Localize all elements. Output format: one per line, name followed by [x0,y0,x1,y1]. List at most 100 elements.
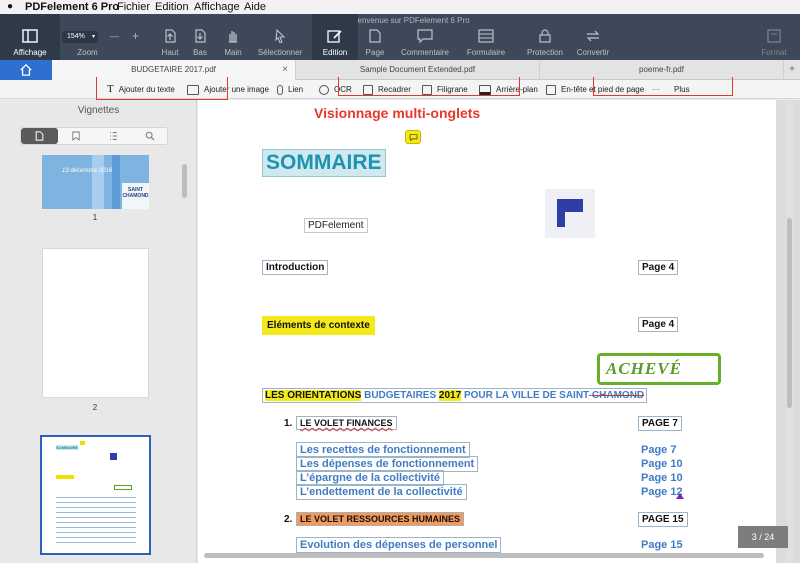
haut-label: Haut [161,48,179,57]
scroll-thumb[interactable] [204,553,764,558]
lock-icon [539,29,551,43]
convertir-label: Convertir [576,48,610,57]
sidebar-view-icon [22,29,38,43]
zoom-out-button[interactable]: — [110,31,119,41]
commentaire-label: Commentaire [400,48,449,57]
outline-tab[interactable] [95,128,132,144]
title-part-highlighted: LES ORIENTATIONS [265,390,362,401]
convert-icon [586,30,600,42]
home-icon [20,64,32,76]
title-part-strikethrough: CHAMOND [591,390,645,401]
page-counter: 3 / 24 [738,526,788,548]
thumbnail-sidebar: Vignettes 13 décembre 2016 SAINT CHAMOND… [0,100,197,563]
toc-item-page[interactable]: Page 15 [641,539,683,551]
thumb-stripe [112,155,120,209]
thumb-mini-lines [56,493,136,543]
apple-menu-icon[interactable]: ● [7,0,13,14]
toc-page-ref[interactable]: Page 4 [638,260,679,275]
search-icon [145,131,155,141]
edition-button[interactable]: Edition [312,14,358,60]
toc-item-page[interactable]: Page 10 [641,472,683,484]
format-button[interactable]: Format [756,14,792,60]
sidebar-scrollbar[interactable] [182,164,187,198]
home-tab[interactable] [0,60,52,80]
commentaire-button[interactable]: Commentaire [396,14,454,60]
page-button[interactable]: Page [360,14,390,60]
logo-image[interactable] [545,189,595,238]
bas-button[interactable]: Bas [184,14,216,60]
page-label: Page [365,48,385,57]
title-part: BUDGETAIRES [364,390,437,401]
thumb-mini-comment [80,441,85,445]
sticky-note-icon[interactable] [405,130,421,144]
edit-icon [327,30,342,43]
menu-affichage[interactable]: Affichage [194,0,240,14]
vertical-scrollbar[interactable] [786,100,793,563]
convertir-button[interactable]: Convertir [572,14,614,60]
orientations-title[interactable]: LES ORIENTATIONS BUDGETAIRES 2017 POUR L… [262,388,648,403]
toc-item[interactable]: L’endettement de la collectivité [296,484,467,500]
toc-item-page[interactable]: Page 10 [641,458,683,470]
scroll-thumb[interactable] [787,218,792,408]
search-tab[interactable] [132,128,169,144]
add-tab-button[interactable]: + [784,60,800,80]
thumbnail-label: 1 [92,213,98,222]
tab-label: BUDGETAIRE 2017.pdf [131,65,216,74]
toc-item[interactable]: Evolution des dépenses de personnel [296,537,502,553]
page-thumbnail-selected[interactable]: SOMMAIRE [40,435,151,555]
page-thumbnail[interactable]: 13 décembre 2016 SAINT CHAMOND [42,155,149,209]
cursor-icon [275,29,286,43]
zoom-value: 154% [67,33,85,40]
close-tab-icon[interactable]: × [282,60,288,80]
edition-label: Edition [322,48,348,57]
thumb-mini-highlight [56,475,74,479]
pdf-page: SOMMAIRE PDFelement Introduction Page 4 … [198,100,776,563]
sommaire-heading[interactable]: SOMMAIRE [262,149,386,177]
lien-label: Lien [288,85,304,94]
menu-bar: ● PDFelement 6 Pro Fichier Edition Affic… [0,0,800,14]
comment-icon [417,29,433,43]
zoom-in-button[interactable]: + [132,29,139,43]
acheve-stamp[interactable]: ACHEVÉ [597,353,721,385]
zoom-control: 154% ▾ — + Zoom [60,14,150,60]
app-menu[interactable]: PDFelement 6 Pro [25,0,119,14]
toc-item-page[interactable]: Page 7 [641,444,676,456]
formulaire-button[interactable]: Formulaire [462,14,510,60]
header-footer-icon [546,84,556,95]
main-label: Main [224,48,242,57]
pdfelement-textbox[interactable]: PDFelement [304,218,368,233]
thumbnails-tab[interactable] [21,128,58,144]
section-title-highlighted[interactable]: LE VOLET RESSOURCES HUMAINES [296,512,465,526]
toc-page-ref[interactable]: Page 4 [638,317,679,332]
page-thumbnail[interactable] [42,248,149,398]
haut-button[interactable]: Haut [152,14,188,60]
form-icon [478,29,494,43]
thumbnail-label: 2 [92,403,98,412]
format-icon [767,29,781,43]
menu-edition[interactable]: Edition [155,0,189,14]
tab-label: Sample Document Extended.pdf [359,65,476,74]
logo-shape [557,199,583,212]
selectionner-button[interactable]: Sélectionner [254,14,306,60]
horizontal-scrollbar[interactable] [198,553,786,559]
menu-fichier[interactable]: Fichier [117,0,150,14]
toc-elements-highlighted[interactable]: Eléments de contexte [262,316,375,335]
selectionner-label: Sélectionner [257,48,303,57]
menu-aide[interactable]: Aide [244,0,266,14]
section-title[interactable]: LE VOLET FINANCES [296,416,397,430]
protection-button[interactable]: Protection [520,14,570,60]
title-part-highlighted: 2017 [438,390,462,401]
logo-shape [557,212,565,227]
lien-button[interactable]: Lien [277,80,303,99]
thumb-date: 13 décembre 2016 [62,168,113,174]
zoom-select[interactable]: 154% ▾ [62,31,98,43]
section-page[interactable]: PAGE 7 [638,416,682,431]
bookmarks-tab[interactable] [58,128,95,144]
sidebar-title: Vignettes [77,105,120,116]
main-button[interactable]: Main [216,14,250,60]
toc-introduction[interactable]: Introduction [262,260,329,275]
section-page[interactable]: PAGE 15 [638,512,688,527]
link-icon [277,84,283,95]
thumb-mini-logo [110,453,117,460]
format-label: Format [761,48,787,57]
